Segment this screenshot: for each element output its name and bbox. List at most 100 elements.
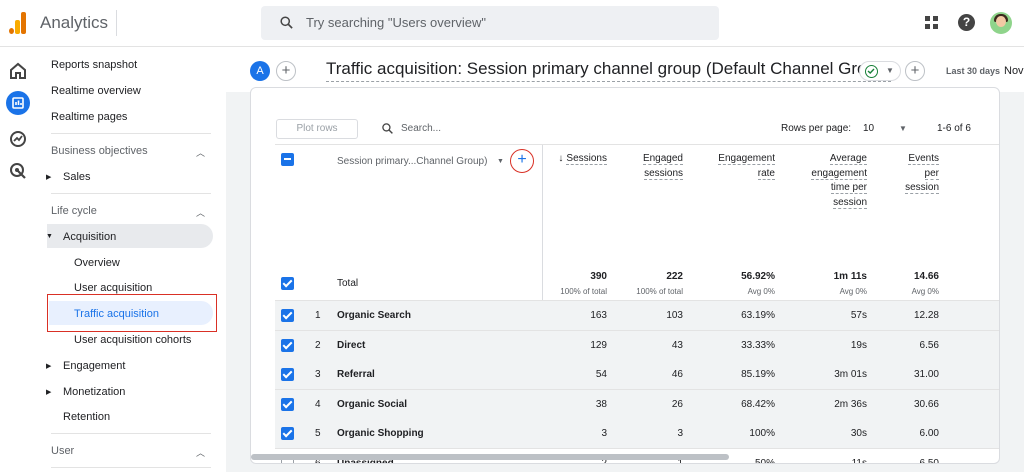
cell-events: 6.50	[919, 457, 939, 464]
table-row[interactable]: 1 Organic Search 163 103 63.19% 57s 12.28	[275, 301, 999, 330]
report-header: A + Traffic acquisition: Session primary…	[226, 47, 1024, 92]
cell-rate: 63.19%	[741, 310, 775, 321]
left-rail	[0, 47, 36, 472]
table-search-input[interactable]: Search...	[401, 123, 441, 134]
caret-right-icon[interactable]: ▶	[46, 173, 51, 181]
section-life-cycle[interactable]: Life cycle	[51, 205, 97, 217]
search-input[interactable]: Try searching "Users overview"	[261, 6, 719, 40]
row-checkbox[interactable]	[281, 427, 294, 440]
section-user[interactable]: User	[51, 445, 74, 457]
chevron-down-icon[interactable]: ▼	[899, 124, 907, 133]
total-engaged: 222	[666, 271, 683, 282]
divider	[51, 467, 211, 468]
analytics-logo-icon[interactable]	[8, 12, 28, 34]
sidebar-item-overview[interactable]: Overview	[74, 257, 120, 269]
advertising-icon[interactable]	[6, 159, 30, 183]
row-channel-name[interactable]: Direct	[337, 340, 365, 351]
chevron-up-icon[interactable]: ︿	[196, 146, 205, 159]
caret-right-icon[interactable]: ▶	[46, 388, 51, 396]
divider	[275, 144, 999, 145]
divider	[116, 10, 117, 36]
table-row[interactable]: 4 Organic Social 38 26 68.42% 2m 36s 30.66	[275, 389, 999, 419]
search-icon	[280, 16, 293, 29]
search-placeholder: Try searching "Users overview"	[306, 15, 486, 30]
sidebar-item-acquisition[interactable]: Acquisition	[63, 231, 116, 243]
sidebar-item-monetization[interactable]: Monetization	[63, 386, 125, 398]
sidebar-item-realtime-pages[interactable]: Realtime pages	[51, 111, 127, 123]
cell-avg-time: 30s	[850, 428, 867, 439]
comparison-avatar[interactable]: A	[250, 61, 270, 81]
cell-rate: 68.42%	[741, 398, 775, 410]
sidebar-item-user-acquisition-cohorts[interactable]: User acquisition cohorts	[74, 334, 191, 346]
table-row[interactable]: 2 Direct 129 43 33.33% 19s 6.56	[275, 330, 999, 360]
data-quality-pill[interactable]: ▼	[859, 61, 901, 81]
column-header-events-per-session[interactable]: Events per session	[881, 152, 939, 196]
divider	[51, 433, 211, 434]
dimension-header[interactable]: Session primary...Channel Group)	[337, 156, 487, 167]
sidebar-item-sales[interactable]: Sales	[63, 171, 91, 183]
app-title[interactable]: Analytics	[40, 13, 108, 33]
row-channel-name[interactable]: Organic Social	[337, 399, 407, 410]
cell-events: 31.00	[913, 369, 939, 380]
total-rate: 56.92%	[741, 271, 775, 282]
chevron-down-icon[interactable]: ▼	[497, 158, 504, 165]
caret-down-icon[interactable]: ▼	[46, 233, 53, 240]
total-sessions: 390	[590, 271, 607, 282]
table-row[interactable]: 5 Organic Shopping 3 3 100% 30s 6.00	[275, 419, 999, 448]
column-header-engaged-sessions[interactable]: Engaged sessions	[621, 152, 683, 181]
account-avatar[interactable]	[990, 12, 1012, 34]
date-label[interactable]: Last 30 days	[946, 66, 1000, 76]
caret-right-icon[interactable]: ▶	[46, 362, 51, 370]
explore-icon[interactable]	[6, 127, 30, 151]
cell-avg-time: 11s	[851, 457, 867, 464]
sidebar-item-reports-snapshot[interactable]: Reports snapshot	[51, 59, 137, 71]
row-channel-name[interactable]: Organic Shopping	[337, 428, 424, 439]
total-avg-time-sub: Avg 0%	[839, 287, 867, 296]
cell-rate: 100%	[749, 428, 775, 439]
pagination-range: 1-6 of 6	[937, 123, 971, 134]
total-label: Total	[337, 278, 359, 289]
apps-grid-icon[interactable]	[925, 16, 939, 30]
section-business-objectives[interactable]: Business objectives	[51, 145, 148, 157]
cell-engaged: 3	[677, 428, 683, 439]
cell-events: 30.66	[913, 398, 939, 410]
sidebar-item-user-acquisition[interactable]: User acquisition	[74, 282, 152, 294]
date-range[interactable]: Nov	[1004, 65, 1024, 77]
plot-rows-button[interactable]: Plot rows	[276, 119, 358, 139]
add-filter-button[interactable]: +	[905, 61, 925, 81]
horizontal-scrollbar[interactable]	[251, 454, 729, 460]
sidebar-item-retention[interactable]: Retention	[63, 411, 110, 423]
rows-per-page-select[interactable]: 10	[863, 123, 874, 134]
cell-events: 6.56	[919, 339, 939, 351]
column-header-avg-engagement-time[interactable]: Average engagement time per session	[791, 152, 867, 210]
table-row[interactable]: 3 Referral 54 46 85.19% 3m 01s 31.00	[275, 360, 999, 389]
chevron-up-icon[interactable]: ︿	[196, 206, 205, 219]
page-title[interactable]: Traffic acquisition: Session primary cha…	[326, 59, 892, 82]
sort-down-arrow-icon: ↓	[558, 153, 564, 164]
home-icon[interactable]	[6, 59, 30, 83]
row-checkbox[interactable]	[281, 338, 294, 352]
row-checkbox[interactable]	[281, 309, 294, 322]
column-header-sessions[interactable]: ↓ Sessions	[551, 152, 607, 167]
reports-icon[interactable]	[6, 91, 30, 115]
row-checkbox[interactable]	[281, 397, 294, 411]
select-all-checkbox[interactable]	[281, 153, 294, 166]
help-icon[interactable]: ?	[958, 14, 975, 31]
row-channel-name[interactable]: Referral	[337, 369, 375, 380]
cell-engaged: 46	[671, 369, 683, 380]
cell-avg-time: 57s	[850, 310, 867, 321]
chevron-up-icon[interactable]: ︿	[196, 446, 205, 459]
sidebar-item-traffic-acquisition[interactable]: Traffic acquisition	[74, 308, 159, 320]
sidebar-item-realtime-overview[interactable]: Realtime overview	[51, 85, 141, 97]
row-checkbox[interactable]	[281, 368, 294, 381]
column-header-engagement-rate[interactable]: Engagement rate	[701, 152, 775, 181]
rows-per-page-label: Rows per page:	[781, 123, 852, 134]
total-rate-sub: Avg 0%	[747, 287, 775, 296]
total-checkbox[interactable]	[281, 277, 294, 290]
add-dimension-button[interactable]: +	[510, 149, 534, 173]
sidebar-nav: Reports snapshot Realtime overview Realt…	[36, 47, 226, 472]
add-comparison-button[interactable]: +	[276, 61, 296, 81]
total-events: 14.66	[913, 271, 939, 282]
sidebar-item-engagement[interactable]: Engagement	[63, 360, 125, 372]
row-channel-name[interactable]: Organic Search	[337, 310, 411, 321]
